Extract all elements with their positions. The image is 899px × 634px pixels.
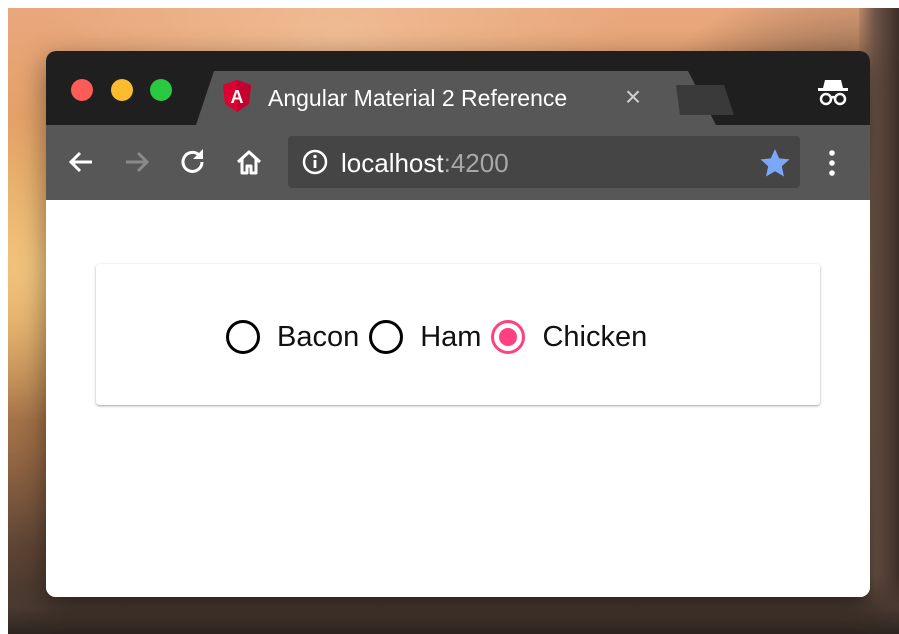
incognito-icon (818, 80, 848, 106)
window-close-button[interactable] (71, 79, 93, 101)
tab-close-button[interactable]: × (621, 83, 645, 111)
radio-label-chicken: Chicken (542, 321, 648, 353)
tab-title: Angular Material 2 Reference (268, 85, 568, 111)
favicon-letter: A (231, 87, 244, 107)
radio-label-bacon: Bacon (277, 321, 360, 353)
url-host: localhost (341, 148, 444, 178)
radio-option-bacon[interactable]: Bacon (226, 320, 359, 354)
page-content: Bacon Ham Chicken (46, 200, 870, 597)
browser-window: A Angular Material 2 Reference × localho… (46, 51, 870, 597)
radio-button-bacon[interactable] (226, 320, 260, 354)
address-url[interactable]: localhost:4200 (341, 148, 509, 178)
forward-arrow-icon[interactable] (122, 147, 152, 177)
home-icon[interactable] (234, 147, 264, 177)
radio-checked-dot (499, 328, 518, 346)
window-maximize-button[interactable] (150, 79, 172, 101)
reload-icon[interactable] (178, 147, 208, 177)
new-tab-button[interactable] (676, 85, 734, 115)
more-vertical-icon[interactable] (822, 147, 842, 179)
radio-option-chicken[interactable]: Chicken (491, 320, 647, 354)
url-port: :4200 (443, 148, 509, 178)
radio-button-chicken[interactable] (491, 320, 526, 354)
window-minimize-button[interactable] (111, 79, 133, 101)
radio-label-ham: Ham (420, 321, 482, 353)
radio-card: Bacon Ham Chicken (96, 264, 820, 405)
back-arrow-icon[interactable] (66, 147, 96, 177)
angular-logo-icon: A (223, 80, 251, 112)
radio-button-ham[interactable] (369, 320, 404, 354)
radio-option-ham[interactable]: Ham (369, 320, 481, 354)
info-icon[interactable] (302, 149, 328, 175)
radio-group: Bacon Ham Chicken (226, 317, 647, 357)
star-icon[interactable] (759, 147, 791, 179)
